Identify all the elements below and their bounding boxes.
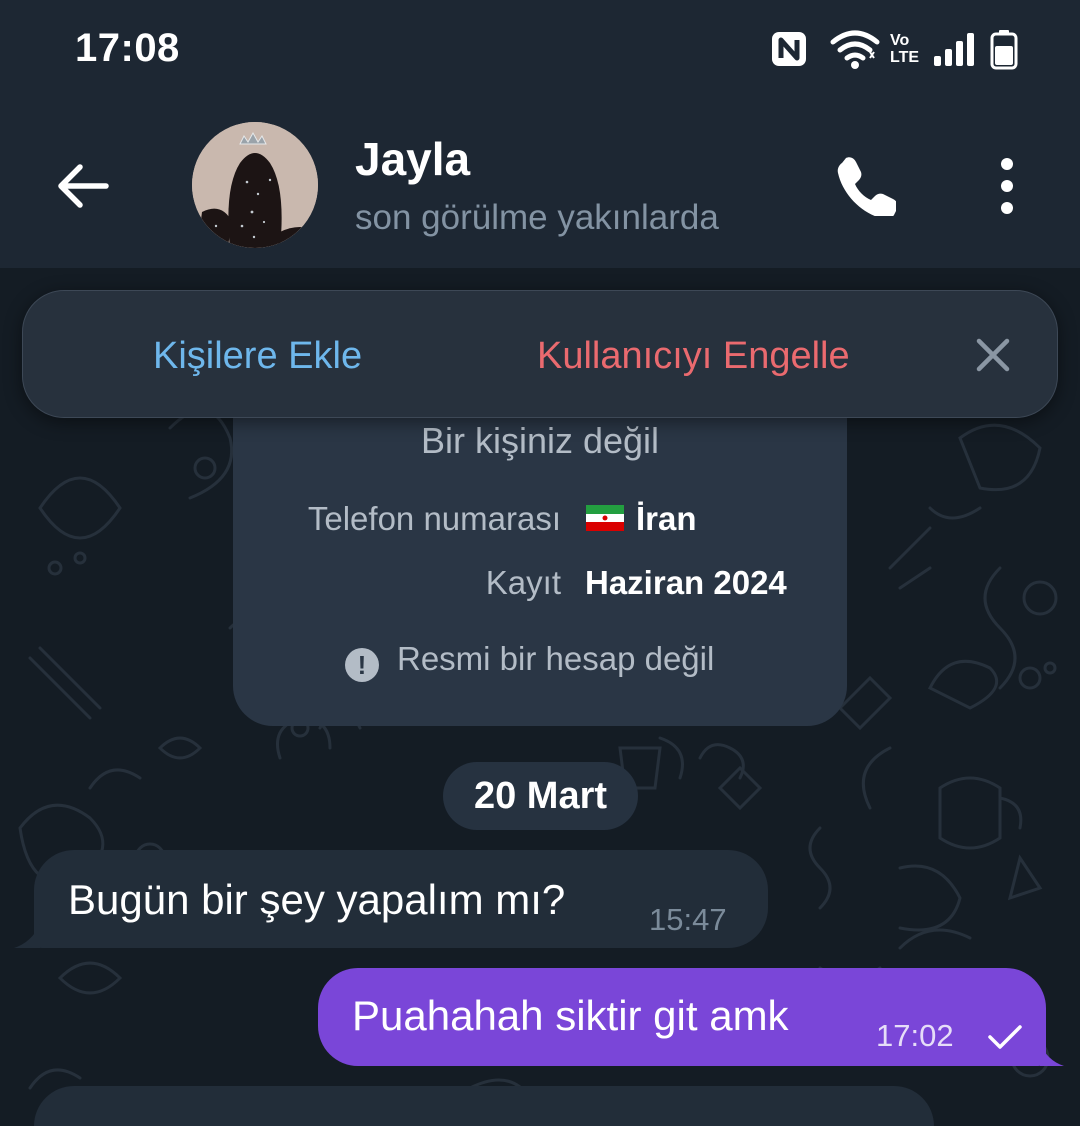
registered-label: Kayıt — [485, 564, 561, 601]
wifi-icon — [830, 30, 880, 69]
message-text: Puahahah siktir git amk — [352, 992, 789, 1039]
phone-call-icon[interactable] — [832, 152, 896, 216]
close-icon[interactable] — [973, 335, 1013, 375]
back-arrow-icon[interactable] — [52, 156, 112, 216]
message-text: Bugün bir şey yapalım mı? — [68, 876, 566, 923]
outgoing-message[interactable]: Puahahah siktir git amk 17:02 — [318, 968, 1064, 1066]
avatar[interactable] — [192, 122, 318, 248]
contact-name[interactable]: Jayla — [355, 132, 470, 186]
exclamation-icon: ! — [345, 648, 379, 682]
sent-check-icon — [988, 1025, 1022, 1049]
status-time: 17:08 — [75, 26, 180, 70]
status-bar: 17:08 Vo LTE — [0, 0, 1080, 100]
add-to-contacts-button[interactable]: Kişilere Ekle — [153, 335, 362, 378]
signal-icon — [934, 33, 974, 66]
phone-country-value: İran — [636, 500, 697, 537]
date-separator: 20 Mart — [443, 762, 638, 830]
bubble-tail — [1040, 1042, 1064, 1066]
incoming-message[interactable]: Bugün bir şey yapalım mı? 15:47 — [14, 850, 768, 948]
registered-value: Haziran 2024 — [585, 564, 787, 601]
avatar-image — [192, 122, 318, 248]
info-card-title: Bir kişiniz değil — [420, 420, 660, 461]
battery-icon — [990, 30, 1018, 70]
contact-info-card: Bir kişiniz değil Telefon numarası İran … — [233, 380, 847, 726]
incoming-message-partial[interactable] — [34, 1086, 934, 1126]
iran-flag-icon — [586, 505, 624, 531]
not-official-text: Resmi bir hesap değil — [397, 640, 715, 677]
phone-number-label: Telefon numarası — [307, 500, 561, 537]
more-options-icon[interactable] — [985, 154, 1029, 218]
block-user-button[interactable]: Kullanıcıyı Engelle — [537, 335, 850, 378]
volte-icon: Vo LTE — [890, 32, 920, 66]
chat-header: Jayla son görülme yakınlarda — [0, 100, 1080, 268]
message-time: 17:02 — [876, 1018, 954, 1053]
unknown-contact-action-bar: Kişilere Ekle Kullanıcıyı Engelle — [22, 290, 1058, 418]
message-time: 15:47 — [649, 902, 727, 937]
nfc-icon — [772, 32, 806, 66]
bubble-tail — [14, 924, 40, 948]
last-seen-status: son görülme yakınlarda — [355, 198, 719, 237]
not-official-note: ! Resmi bir hesap değil — [345, 640, 714, 682]
